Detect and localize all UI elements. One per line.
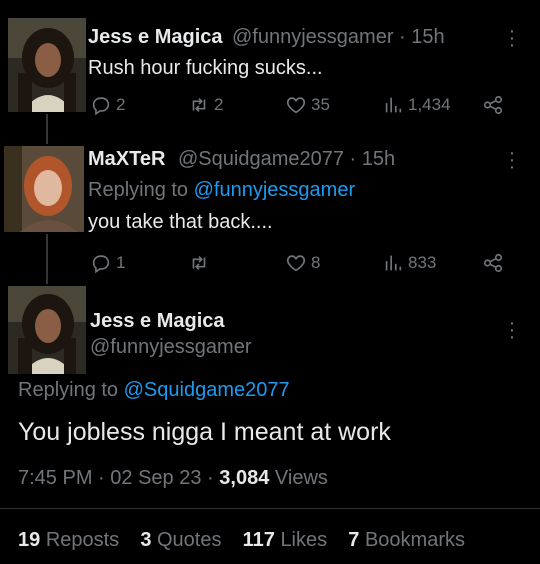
reply-count: 2 — [116, 95, 126, 114]
author-name[interactable]: Jess e Magica — [90, 310, 225, 333]
reply-button[interactable]: 2 — [90, 94, 125, 116]
avatar[interactable] — [8, 286, 86, 374]
share-button[interactable] — [482, 94, 504, 116]
like-count: 35 — [311, 95, 330, 114]
quotes-label: Quotes — [157, 529, 222, 551]
more-icon[interactable]: · · · — [508, 313, 516, 347]
views-label: Views — [274, 467, 328, 489]
reply-button[interactable]: 1 — [90, 252, 125, 274]
avatar-photo — [8, 18, 86, 112]
tweet-text: Rush hour fucking sucks... — [88, 57, 323, 79]
avatar[interactable] — [4, 146, 84, 232]
more-icon[interactable]: · · · — [508, 143, 516, 177]
views-button[interactable]: 1,434 — [382, 94, 451, 116]
replying-to: Replying to @funnyjessgamer — [88, 179, 355, 202]
author-handle[interactable]: @funnyjessgamer — [232, 26, 393, 48]
tweet-meta: @Squidgame2077 · 15h — [178, 148, 395, 171]
bookmarks-stat[interactable]: 7 Bookmarks — [348, 529, 465, 551]
thread-line — [46, 234, 48, 284]
views-button[interactable]: 833 — [382, 252, 436, 274]
replying-label: Replying to — [88, 179, 189, 201]
share-button[interactable] — [482, 252, 504, 274]
tweet-time[interactable]: 15h — [362, 148, 395, 170]
author-handle[interactable]: @funnyjessgamer — [90, 336, 251, 359]
replying-to-handle[interactable]: @funnyjessgamer — [194, 179, 355, 201]
tweet-text: you take that back.... — [88, 211, 273, 233]
quotes-count: 3 — [140, 529, 152, 551]
views-count: 3,084 — [219, 467, 270, 489]
heart-icon — [286, 97, 306, 114]
bookmarks-label: Bookmarks — [364, 529, 465, 551]
tweet-text: You jobless nigga I meant at work — [18, 418, 391, 446]
quotes-stat[interactable]: 3 Quotes — [140, 529, 221, 551]
thread-line — [46, 114, 48, 144]
replying-label: Replying to — [18, 379, 119, 401]
reply-icon — [92, 255, 110, 274]
repost-count: 2 — [214, 95, 224, 114]
bookmarks-count: 7 — [348, 529, 360, 551]
repost-button[interactable] — [188, 252, 214, 274]
author-handle[interactable]: @Squidgame2077 — [178, 148, 344, 170]
tweet-time[interactable]: 15h — [411, 26, 444, 48]
likes-label: Likes — [280, 529, 328, 551]
views-icon — [385, 255, 402, 271]
replying-to: Replying to @Squidgame2077 — [18, 379, 290, 402]
likes-stat[interactable]: 117 Likes — [243, 529, 328, 551]
avatar-photo — [4, 146, 84, 232]
like-count: 8 — [311, 253, 321, 272]
engagement-stats: 19 Reposts 3 Quotes 117 Likes 7 Bookmark… — [18, 529, 465, 552]
share-icon — [483, 253, 503, 273]
repost-button[interactable]: 2 — [188, 94, 223, 116]
avatar-photo — [8, 286, 86, 374]
meta-separator: · — [98, 467, 105, 489]
reply-count: 1 — [116, 253, 126, 272]
reposts-count: 19 — [18, 529, 41, 551]
tweet-timestamp: 7:45 PM · 02 Sep 23 · 3,084 Views — [18, 467, 328, 490]
heart-icon — [286, 255, 306, 272]
repost-icon — [192, 97, 206, 113]
like-button[interactable]: 35 — [285, 94, 330, 116]
views-count: 1,434 — [408, 95, 451, 114]
reposts-stat[interactable]: 19 Reposts — [18, 529, 119, 551]
meta-separator: · — [399, 26, 406, 48]
tweet-date[interactable]: 02 Sep 23 — [110, 467, 201, 489]
reply-icon — [92, 97, 110, 116]
views-icon — [385, 97, 402, 113]
meta-separator: · — [349, 148, 357, 170]
tweet-time[interactable]: 7:45 PM — [18, 467, 92, 489]
divider — [0, 508, 540, 509]
author-name[interactable]: Jess e Magica — [88, 26, 223, 49]
views-count: 833 — [408, 253, 437, 272]
like-button[interactable]: 8 — [285, 252, 320, 274]
more-icon[interactable]: · · · — [508, 21, 516, 55]
reposts-label: Reposts — [45, 529, 120, 551]
meta-separator: · — [207, 467, 214, 489]
share-icon — [483, 95, 503, 115]
replying-to-handle[interactable]: @Squidgame2077 — [124, 379, 290, 401]
tweet-meta: @funnyjessgamer · 15h — [232, 26, 445, 49]
likes-count: 117 — [242, 529, 275, 551]
author-name[interactable]: MaXTeR — [88, 148, 165, 171]
avatar[interactable] — [8, 18, 86, 112]
repost-icon — [192, 255, 206, 271]
